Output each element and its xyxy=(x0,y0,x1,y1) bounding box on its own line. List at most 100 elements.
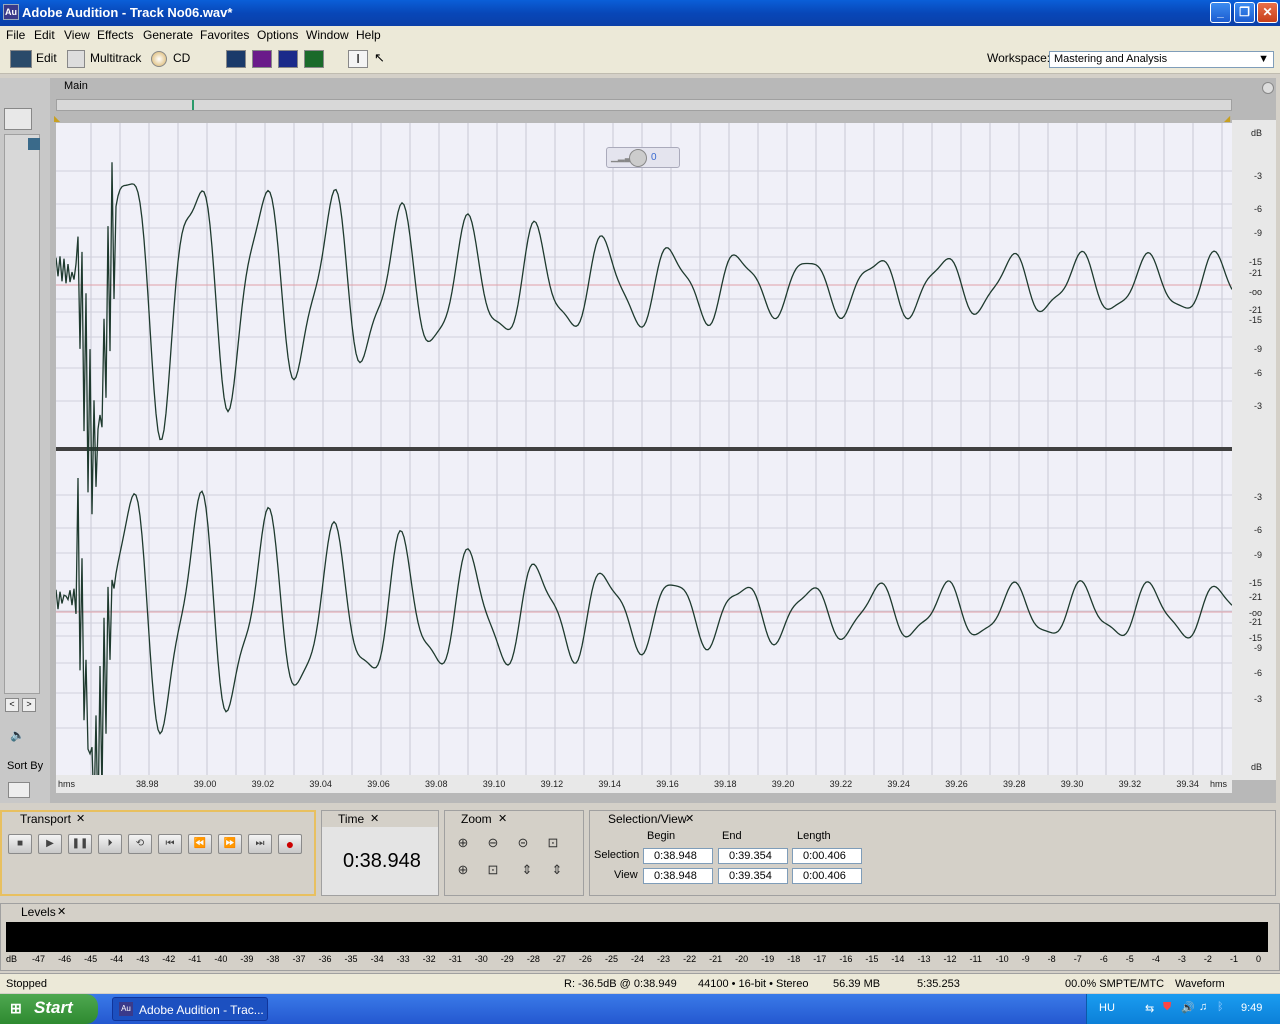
record-button[interactable]: ● xyxy=(278,834,302,854)
db-tick-label: -9 xyxy=(1253,550,1262,560)
start-button[interactable]: ⊞ Start xyxy=(0,994,98,1024)
db-ruler: dB -3 -6 -9 -15 -21 -oo -21 -15 -9 -6 -3 -3 -6 -9 -15 -2… xyxy=(1232,120,1276,780)
spectral-display-icon[interactable] xyxy=(252,50,272,68)
end-marker-icon[interactable]: ◢ xyxy=(1224,114,1230,123)
security-shield-icon[interactable]: ⛊ xyxy=(1163,1001,1171,1014)
hud-volume-control[interactable]: ▁▂▃ 0 xyxy=(606,147,680,168)
time-panel: Time ✕ 0:38.948 xyxy=(321,810,439,896)
selection-begin-field[interactable]: 0:38.948 xyxy=(643,848,713,864)
speaker-tray-icon[interactable]: ♫ xyxy=(1199,1001,1207,1013)
level-tick-label: -1 xyxy=(1229,954,1238,964)
pause-button[interactable]: ❚❚ xyxy=(68,834,92,854)
bluetooth-icon[interactable]: ᛒ xyxy=(1217,1001,1224,1013)
zoom-out-horizontal-icon[interactable]: ⊖ xyxy=(483,835,503,855)
multitrack-icon[interactable] xyxy=(67,50,85,68)
scroll-left-icon[interactable]: < xyxy=(5,698,19,712)
menu-options[interactable]: Options xyxy=(257,28,298,42)
start-marker-icon[interactable]: ◣ xyxy=(54,114,60,123)
cd-icon[interactable] xyxy=(151,51,167,67)
sort-options-icon[interactable] xyxy=(8,782,30,798)
selection-end-field[interactable]: 0:39.354 xyxy=(718,848,788,864)
main-tab[interactable]: Main xyxy=(54,79,96,95)
loop-button[interactable]: ⟲ xyxy=(128,834,152,854)
close-icon[interactable]: ✕ xyxy=(370,812,379,825)
audition-app-icon: Au xyxy=(119,1002,133,1016)
taskbar-item-label: Adobe Audition - Trac... xyxy=(139,1003,264,1017)
zoom-out-vertical-icon[interactable]: ⇕ xyxy=(547,862,567,882)
zoom-in-horizontal-icon[interactable]: ⊕ xyxy=(453,835,473,855)
network-icon[interactable]: ⇆ xyxy=(1145,1002,1154,1015)
waveform-display[interactable] xyxy=(56,123,1232,775)
close-icon[interactable]: ✕ xyxy=(57,905,66,918)
close-icon[interactable]: ✕ xyxy=(76,812,85,825)
menu-favorites[interactable]: Favorites xyxy=(200,28,249,42)
edit-view-button[interactable]: Edit xyxy=(36,51,57,65)
edit-view-icon[interactable] xyxy=(10,50,32,68)
workspace-dropdown[interactable]: Mastering and Analysis ▼ xyxy=(1049,51,1274,68)
rewind-button[interactable]: ⏪ xyxy=(188,834,212,854)
taskbar-item-audition[interactable]: Au Adobe Audition - Trac... xyxy=(112,997,268,1021)
zoom-to-selection-icon[interactable]: ⊡ xyxy=(543,835,563,855)
panel-menu-icon[interactable] xyxy=(1262,82,1274,94)
volume-knob-icon[interactable] xyxy=(629,149,647,167)
zoom-out-full-icon[interactable]: ⊝ xyxy=(513,835,533,855)
time-selection-tool-icon[interactable]: I xyxy=(348,50,368,68)
multitrack-view-button[interactable]: Multitrack xyxy=(90,51,141,65)
audition-app-icon: Au xyxy=(3,4,19,20)
minimize-button[interactable]: _ xyxy=(1210,2,1231,23)
close-icon[interactable]: ✕ xyxy=(685,812,694,825)
workspace-label: Workspace: xyxy=(987,51,1051,65)
menu-view[interactable]: View xyxy=(64,28,90,42)
waveform-display-icon[interactable] xyxy=(226,50,246,68)
transport-tab[interactable]: Transport xyxy=(20,812,71,826)
time-tab[interactable]: Time xyxy=(338,812,364,826)
level-tick-label: -9 xyxy=(1021,954,1030,964)
view-end-field[interactable]: 0:39.354 xyxy=(718,868,788,884)
overview-bar[interactable] xyxy=(56,99,1232,111)
fast-forward-button[interactable]: ⏩ xyxy=(218,834,242,854)
scroll-right-icon[interactable]: > xyxy=(22,698,36,712)
maximize-button[interactable]: ❐ xyxy=(1234,2,1255,23)
menu-edit[interactable]: Edit xyxy=(34,28,55,42)
menu-generate[interactable]: Generate xyxy=(143,28,193,42)
close-icon[interactable]: ✕ xyxy=(498,812,507,825)
files-list[interactable] xyxy=(4,134,40,694)
go-to-end-button[interactable]: ⏭ xyxy=(248,834,272,854)
zoom-tab[interactable]: Zoom xyxy=(461,812,492,826)
close-button[interactable]: ✕ xyxy=(1257,2,1278,23)
spectral-phase-icon[interactable] xyxy=(304,50,324,68)
menu-file[interactable]: File xyxy=(6,28,25,42)
marquee-tool-icon[interactable]: ↖ xyxy=(374,50,394,68)
level-tick-label: -22 xyxy=(683,954,697,964)
db-tick-label: -3 xyxy=(1253,401,1262,411)
view-length-field[interactable]: 0:00.406 xyxy=(792,868,862,884)
files-panel-icon[interactable] xyxy=(4,108,32,130)
windows-logo-icon: ⊞ xyxy=(10,1000,22,1016)
level-tick-label: -37 xyxy=(292,954,306,964)
file-item-icon[interactable] xyxy=(28,138,40,150)
menu-window[interactable]: Window xyxy=(306,28,349,42)
zoom-in-vertical-icon[interactable]: ⇕ xyxy=(517,862,537,882)
go-to-start-button[interactable]: ⏮ xyxy=(158,834,182,854)
view-begin-field[interactable]: 0:38.948 xyxy=(643,868,713,884)
level-meter-scale: dB -47 -46 -45 -44 -43 -42 -41 -40 -39 -38 -37 -36 -3… xyxy=(6,952,1268,966)
levels-tab[interactable]: Levels xyxy=(21,905,56,919)
selection-length-field[interactable]: 0:00.406 xyxy=(792,848,862,864)
volume-icon[interactable]: 🔊 xyxy=(1181,1001,1195,1014)
menu-effects[interactable]: Effects xyxy=(97,28,133,42)
cd-view-button[interactable]: CD xyxy=(173,51,190,65)
speaker-icon[interactable]: 🔈 xyxy=(10,728,25,742)
level-tick-label: -34 xyxy=(370,954,384,964)
zoom-left-edge-icon[interactable]: ⊕ xyxy=(453,862,473,882)
menu-help[interactable]: Help xyxy=(356,28,381,42)
play-button[interactable]: ▶ xyxy=(38,834,62,854)
zoom-right-edge-icon[interactable]: ⊡ xyxy=(483,862,503,882)
selection-view-tab[interactable]: Selection/View xyxy=(608,812,687,826)
level-tick-label: -26 xyxy=(578,954,592,964)
spectral-pan-icon[interactable] xyxy=(278,50,298,68)
time-tick-label: 39.34 xyxy=(1176,779,1199,789)
play-to-end-button[interactable]: ⏵ xyxy=(98,834,122,854)
language-indicator[interactable]: HU xyxy=(1099,1002,1115,1014)
playhead-marker[interactable] xyxy=(192,100,194,110)
stop-button[interactable]: ■ xyxy=(8,834,32,854)
